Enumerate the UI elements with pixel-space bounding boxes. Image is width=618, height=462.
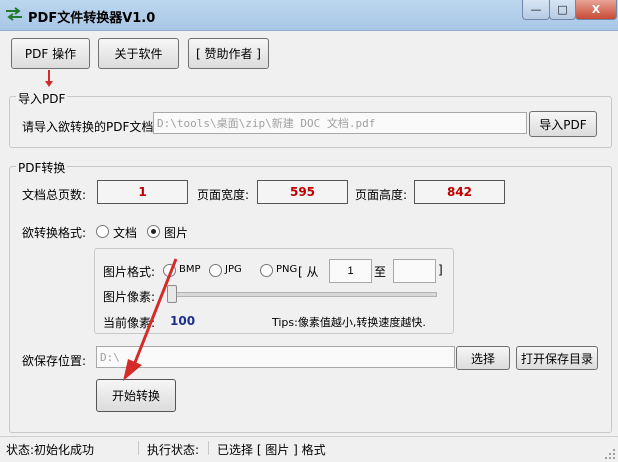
- format-label: 欲转换格式:: [22, 226, 87, 240]
- page-height-value: 842: [414, 180, 505, 204]
- radio-png-label: PNG: [276, 264, 298, 275]
- range-to-label: 至: [374, 265, 387, 279]
- radio-jpg[interactable]: [209, 264, 222, 277]
- radio-jpg-label: JPG: [225, 264, 242, 275]
- about-button[interactable]: 关于软件: [98, 38, 179, 69]
- convert-group-label: PDF转换: [16, 159, 68, 176]
- range-close-label: ]: [438, 263, 443, 277]
- maximize-button[interactable]: □: [549, 0, 576, 20]
- total-pages-value: 1: [97, 180, 188, 204]
- red-down-arrow: [45, 70, 53, 87]
- open-save-dir-button[interactable]: 打开保存目录: [516, 346, 598, 370]
- status-divider: [208, 441, 209, 455]
- close-button[interactable]: X: [575, 0, 617, 20]
- red-annotation-arrow: [123, 258, 178, 381]
- import-prompt: 请导入欲转换的PDF文档:: [22, 120, 158, 134]
- range-open-label: [ 从: [298, 265, 319, 279]
- page-height-label: 页面高度:: [355, 188, 408, 202]
- status-divider: [138, 441, 139, 455]
- pixel-slider-track[interactable]: [170, 292, 437, 297]
- radio-document[interactable]: [96, 225, 109, 238]
- window-title: PDF文件转换器V1.0: [28, 11, 156, 26]
- save-location-label: 欲保存位置:: [22, 354, 87, 368]
- sponsor-button[interactable]: [ 赞助作者 ]: [188, 38, 269, 69]
- radio-image-label: 图片: [164, 226, 189, 240]
- total-pages-label: 文档总页数:: [22, 188, 87, 202]
- status-left: 状态:初始化成功: [6, 443, 95, 457]
- radio-image[interactable]: [147, 225, 160, 238]
- minimize-button[interactable]: —: [522, 0, 550, 20]
- app-icon: [6, 7, 22, 21]
- status-exec-label: 执行状态:: [147, 443, 200, 457]
- resize-grip-icon[interactable]: [604, 448, 616, 460]
- status-exec-value: 已选择 [ 图片 ] 格式: [217, 443, 326, 457]
- page-width-label: 页面宽度:: [197, 188, 250, 202]
- radio-png[interactable]: [260, 264, 273, 277]
- page-to-input[interactable]: [393, 259, 436, 283]
- radio-document-label: 文档: [113, 226, 138, 240]
- import-pdf-button[interactable]: 导入PDF: [529, 111, 597, 137]
- choose-button[interactable]: 选择: [456, 346, 510, 370]
- pdf-path-input[interactable]: [153, 112, 527, 134]
- pdf-ops-button[interactable]: PDF 操作: [11, 38, 90, 69]
- import-group-label: 导入PDF: [16, 90, 68, 107]
- page-width-value: 595: [257, 180, 348, 204]
- page-from-input[interactable]: [329, 259, 372, 283]
- tips-text: Tips:像素值越小,转换速度越快.: [272, 316, 426, 329]
